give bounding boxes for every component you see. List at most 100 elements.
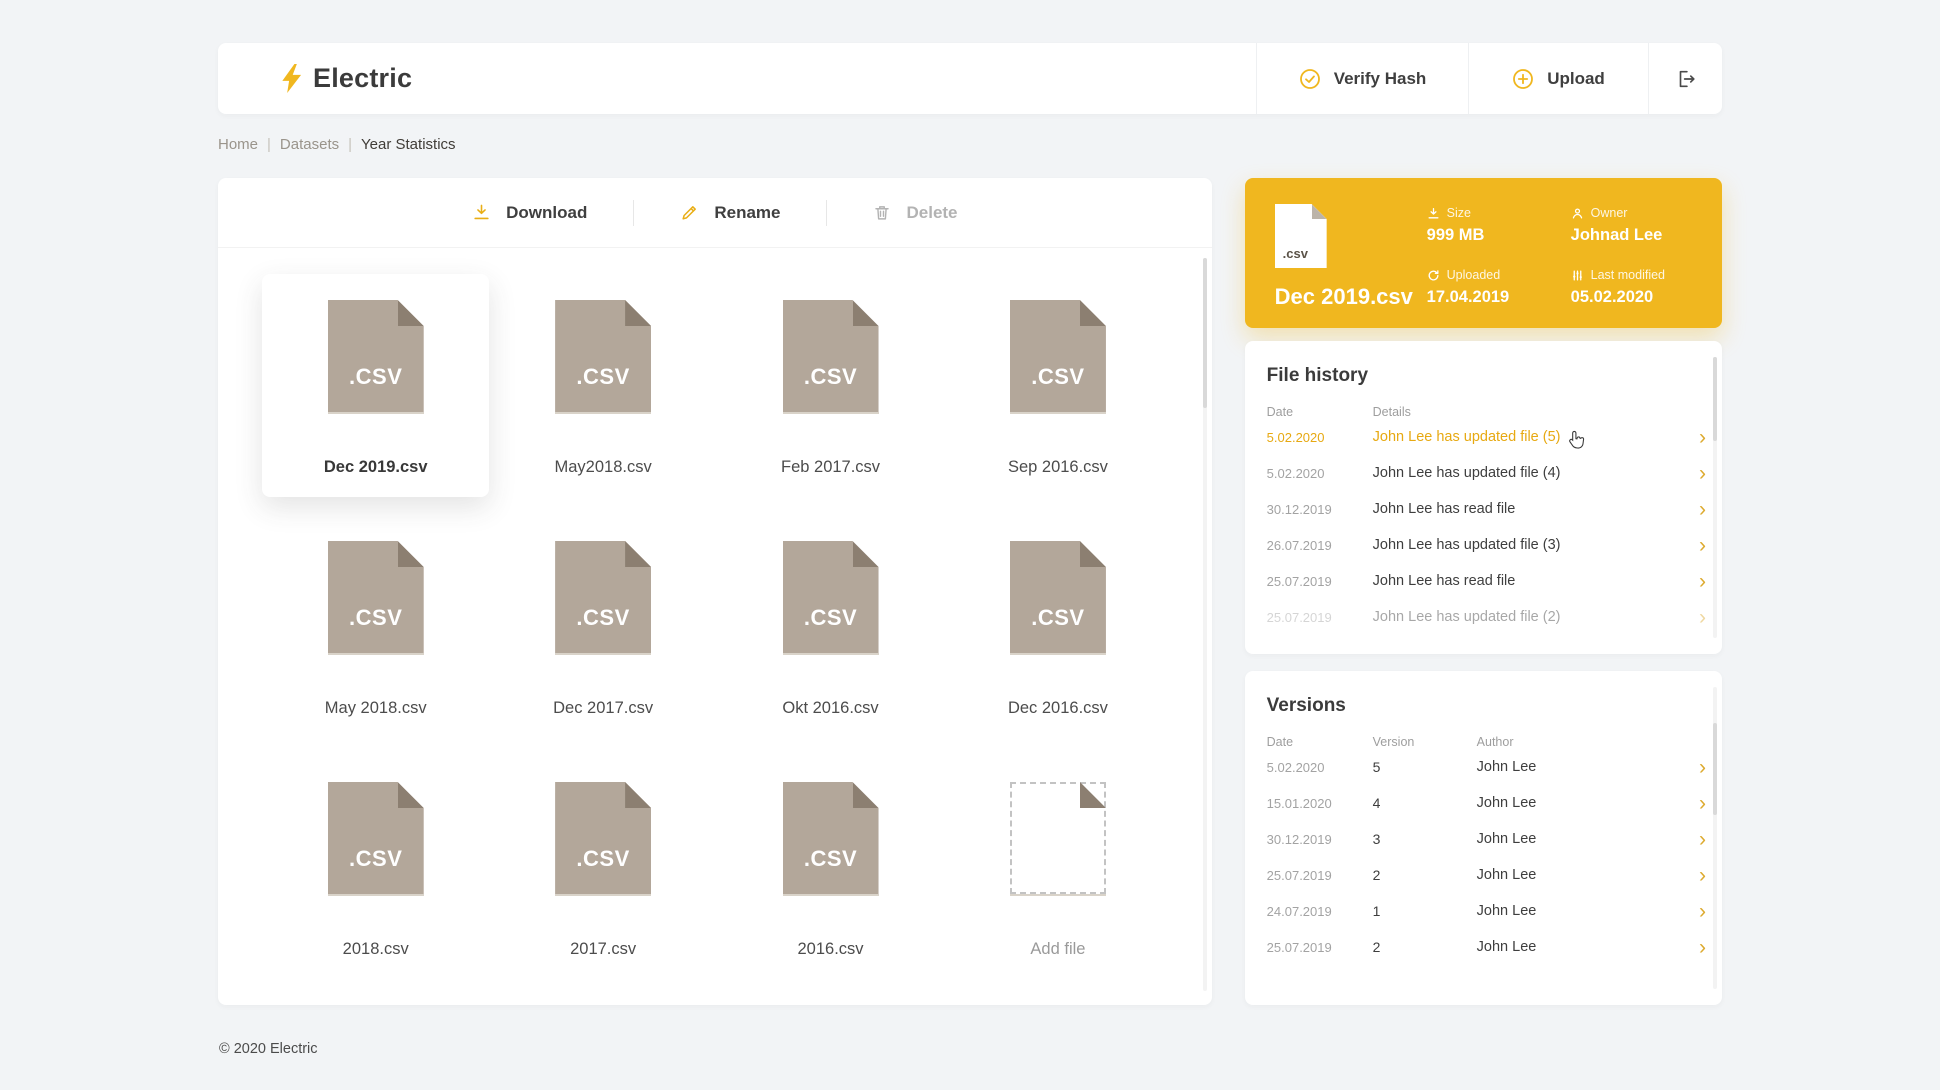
history-row[interactable]: 5.02.2020 John Lee has updated file (5) … xyxy=(1245,419,1722,455)
file-card[interactable]: .CSV 2018.csv xyxy=(262,756,489,979)
brand-logo: Electric xyxy=(218,43,1256,114)
versions-header: Date Version Author xyxy=(1245,735,1722,749)
version-author: John Lee xyxy=(1476,867,1537,883)
add-file-button[interactable]: Add file xyxy=(944,756,1171,979)
version-number: 2 xyxy=(1372,867,1381,883)
file-card[interactable]: .CSV May2018.csv xyxy=(489,274,716,497)
app-header: Electric Verify Hash Upload xyxy=(218,43,1722,114)
version-row[interactable]: 15.01.2020 4 John Lee › xyxy=(1245,785,1722,821)
history-row[interactable]: 25.07.2019 John Lee has updated file (2)… xyxy=(1245,599,1722,635)
size-icon xyxy=(1427,207,1440,220)
selected-file-card: .csv Dec 2019.csv Size 999 MB Owner John… xyxy=(1244,178,1722,328)
file-owner-info: Owner Johnad Lee xyxy=(1571,206,1694,248)
file-card[interactable]: .CSV 2017.csv xyxy=(489,756,716,979)
history-row[interactable]: 5.02.2020 John Lee has updated file (4) … xyxy=(1245,455,1722,491)
csv-ext-label: .CSV xyxy=(1031,364,1085,389)
file-card[interactable]: .CSV Feb 2017.csv xyxy=(717,274,944,497)
history-details: John Lee has updated file (5) xyxy=(1373,427,1691,449)
version-number: 5 xyxy=(1372,759,1381,775)
history-row[interactable]: 30.12.2019 John Lee has read file › xyxy=(1245,491,1722,527)
history-date: 25.07.2019 xyxy=(1266,609,1332,625)
last-modified-icon xyxy=(1571,269,1584,282)
brand-name: Electric xyxy=(313,63,413,93)
rename-label: Rename xyxy=(714,202,781,222)
chevron-right-icon: › xyxy=(1699,605,1706,629)
column-header-date: Date xyxy=(1266,735,1294,749)
version-row[interactable]: 5.02.2020 5 John Lee › xyxy=(1245,749,1722,785)
csv-ext-label: .CSV xyxy=(576,364,630,389)
history-row[interactable]: 26.07.2019 John Lee has updated file (3)… xyxy=(1245,527,1722,563)
rename-button[interactable]: Rename xyxy=(634,203,826,223)
csv-file-icon: .CSV xyxy=(327,300,424,414)
upload-label: Upload xyxy=(1547,68,1605,88)
column-header-details: Details xyxy=(1372,405,1411,419)
chevron-right-icon: › xyxy=(1699,497,1706,521)
history-details: John Lee has updated file (3) xyxy=(1372,537,1561,553)
chevron-right-icon: › xyxy=(1699,461,1706,485)
version-row[interactable]: 24.07.2019 1 John Lee › xyxy=(1245,893,1722,929)
version-row[interactable]: 25.07.2019 2 John Lee › xyxy=(1245,857,1722,893)
file-size-info: Size 999 MB xyxy=(1427,206,1567,248)
chevron-right-icon: › xyxy=(1699,755,1706,779)
chevron-right-icon: › xyxy=(1699,569,1706,593)
history-date: 26.07.2019 xyxy=(1266,537,1332,553)
check-circle-icon xyxy=(1299,68,1321,90)
breadcrumb: Home | Datasets | Year Statistics xyxy=(218,136,1722,153)
csv-file-icon: .CSV xyxy=(782,541,879,655)
file-card[interactable]: .CSV Dec 2017.csv xyxy=(489,515,716,738)
file-card[interactable]: .CSV Dec 2019.csv xyxy=(262,274,490,497)
version-number: 2 xyxy=(1372,939,1381,955)
file-modified-value: 05.02.2020 xyxy=(1570,288,1654,306)
file-card[interactable]: .CSV May 2018.csv xyxy=(262,515,489,738)
logout-button[interactable] xyxy=(1648,43,1722,114)
history-date: 5.02.2020 xyxy=(1266,429,1325,445)
history-details: John Lee has read file xyxy=(1372,501,1516,517)
file-toolbar: Download Rename Delete xyxy=(218,178,1212,248)
versions-panel: Versions Date Version Author 5.02.2020 5… xyxy=(1244,671,1722,1005)
csv-file-icon: .CSV xyxy=(782,782,879,896)
history-row[interactable]: 25.07.2019 John Lee has read file › xyxy=(1245,563,1722,599)
history-details: John Lee has read file xyxy=(1372,573,1516,589)
uploaded-icon xyxy=(1427,269,1440,282)
file-grid: .CSV Dec 2019.csv .CSV May2018.csv .CSV … xyxy=(218,248,1212,1005)
file-name-label: Feb 2017.csv xyxy=(781,458,881,476)
version-row[interactable]: 30.12.2019 3 John Lee › xyxy=(1245,821,1722,857)
csv-file-icon: .CSV xyxy=(555,541,652,655)
file-name-label: 2017.csv xyxy=(570,940,637,958)
csv-file-icon: .CSV xyxy=(555,300,652,414)
csv-file-icon: .CSV xyxy=(327,782,424,896)
csv-ext-label: .CSV xyxy=(576,605,630,630)
file-card[interactable]: .CSV Dec 2016.csv xyxy=(944,515,1171,738)
csv-file-preview-icon: .csv xyxy=(1275,204,1327,268)
csv-ext-label: .CSV xyxy=(1031,605,1085,630)
download-icon xyxy=(472,203,491,222)
file-card[interactable]: .CSV Okt 2016.csv xyxy=(717,515,944,738)
download-button[interactable]: Download xyxy=(426,203,633,223)
version-date: 25.07.2019 xyxy=(1266,867,1332,883)
file-card[interactable]: .CSV Sep 2016.csv xyxy=(944,274,1171,497)
file-card[interactable]: .CSV 2016.csv xyxy=(717,756,944,979)
version-number: 4 xyxy=(1372,795,1381,811)
add-file-icon xyxy=(1009,782,1106,896)
column-header-date: Date xyxy=(1266,405,1294,419)
scrollbar-thumb[interactable] xyxy=(1713,723,1717,815)
logout-icon xyxy=(1675,68,1697,90)
footer-copyright: © 2020 Electric xyxy=(219,1041,318,1057)
lightning-bolt-icon xyxy=(282,64,302,93)
file-owner-value: Johnad Lee xyxy=(1570,226,1663,244)
csv-file-icon: .CSV xyxy=(1009,300,1106,414)
file-name-label: Dec 2017.csv xyxy=(553,699,654,717)
delete-label: Delete xyxy=(906,202,958,222)
file-history-header: Date Details xyxy=(1245,405,1722,419)
owner-icon xyxy=(1571,207,1584,220)
delete-button[interactable]: Delete xyxy=(827,203,1003,223)
verify-hash-button[interactable]: Verify Hash xyxy=(1256,43,1468,114)
file-uploaded-value: 17.04.2019 xyxy=(1426,288,1510,306)
version-row[interactable]: 25.07.2019 2 John Lee › xyxy=(1245,929,1722,965)
breadcrumb-link-datasets[interactable]: Datasets xyxy=(280,136,339,153)
breadcrumb-link-home[interactable]: Home xyxy=(218,136,258,153)
scrollbar-thumb[interactable] xyxy=(1713,357,1717,441)
upload-button[interactable]: Upload xyxy=(1468,43,1648,114)
scrollbar-thumb[interactable] xyxy=(1202,258,1207,408)
chevron-right-icon: › xyxy=(1699,827,1706,851)
